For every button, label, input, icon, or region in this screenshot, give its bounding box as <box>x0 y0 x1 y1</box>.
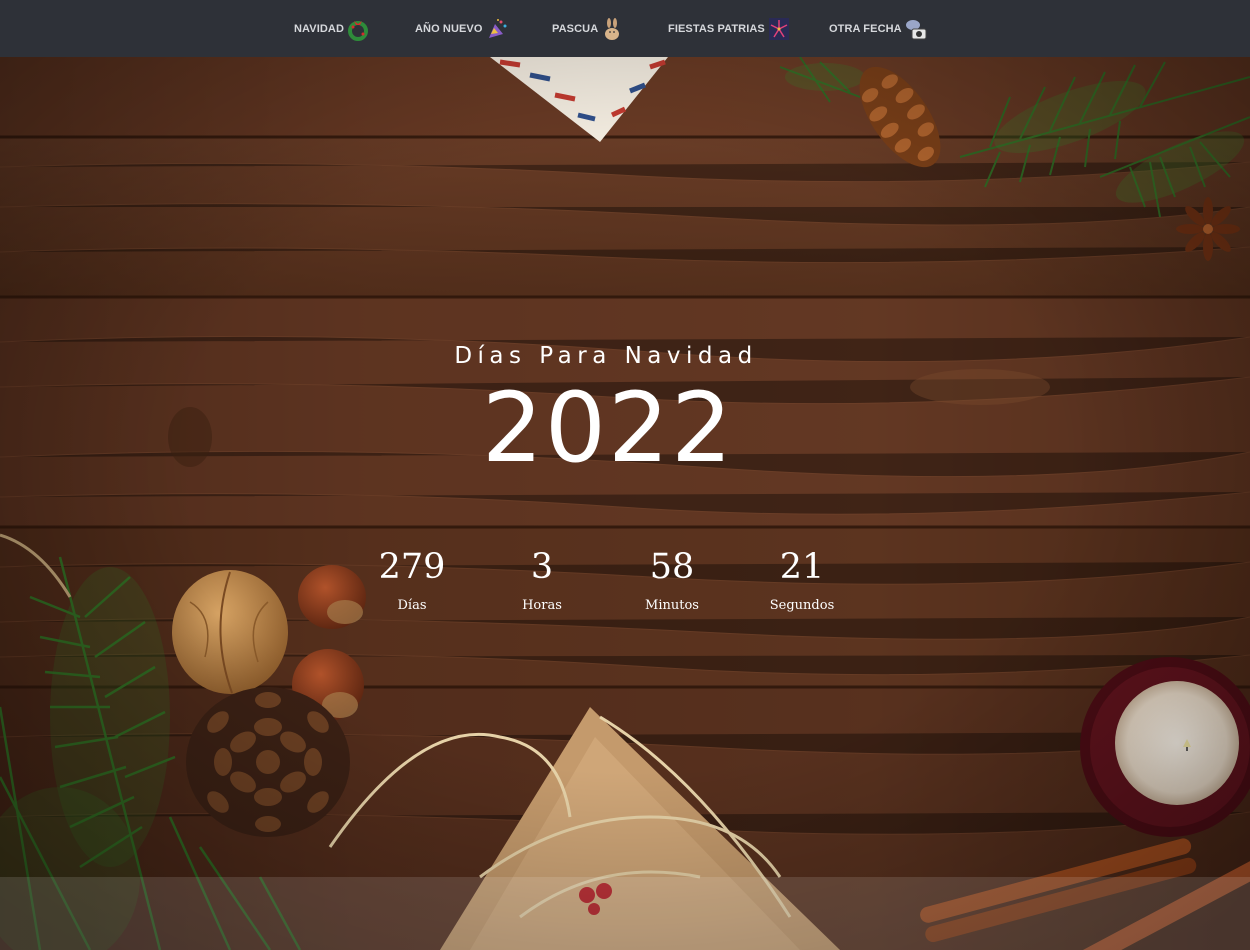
countdown-hours: 3 Horas <box>482 546 602 613</box>
nav-item-fiestas-patrias[interactable]: FIESTAS PATRIAS <box>668 0 791 57</box>
nav-label-navidad: NAVIDAD <box>294 22 344 35</box>
camera-icon <box>904 16 928 42</box>
countdown-seconds-label: Segundos <box>769 598 835 613</box>
countdown-seconds-value: 21 <box>779 547 825 587</box>
nav-label-otra-fecha: OTRA FECHA <box>829 22 902 35</box>
top-navbar: NAVIDAD AÑO NUEVO PASCUA FIESTAS PATRIAS… <box>0 0 1250 57</box>
nav-item-otra-fecha[interactable]: OTRA FECHA <box>829 0 928 57</box>
wreath-icon <box>346 16 370 42</box>
countdown-minutes-value: 58 <box>649 547 695 587</box>
countdown-minutes-label: Minutos <box>645 598 699 613</box>
nav-label-fiestas-patrias: FIESTAS PATRIAS <box>668 22 765 35</box>
nav-item-pascua[interactable]: PASCUA <box>552 0 624 57</box>
party-popper-icon <box>485 16 509 42</box>
countdown-days-value: 279 <box>378 547 446 587</box>
bottom-overlay-bar <box>0 877 1250 950</box>
countdown-seconds: 21 Segundos <box>742 546 862 613</box>
nav-label-ano-nuevo: AÑO NUEVO <box>415 22 483 35</box>
countdown-days: 279 Días <box>352 546 472 613</box>
fireworks-icon <box>767 16 791 42</box>
countdown-days-label: Días <box>397 598 427 613</box>
christmas-wood-background <box>0 57 1250 950</box>
countdown-minutes: 58 Minutos <box>612 546 732 613</box>
nav-item-ano-nuevo[interactable]: AÑO NUEVO <box>415 0 509 57</box>
countdown-year: 2022 <box>481 372 735 484</box>
countdown-hours-label: Horas <box>522 598 562 613</box>
countdown-hours-value: 3 <box>530 547 554 587</box>
nav-item-navidad[interactable]: NAVIDAD <box>294 0 370 57</box>
rabbit-icon <box>600 16 624 42</box>
nav-label-pascua: PASCUA <box>552 22 599 35</box>
countdown-subtitle: Días Para Navidad <box>454 343 758 369</box>
